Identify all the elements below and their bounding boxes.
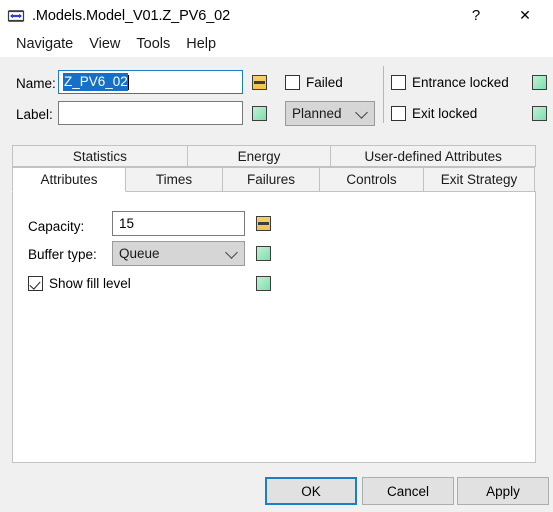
chevron-down-icon: [225, 245, 238, 259]
ok-button[interactable]: OK: [265, 477, 357, 505]
menu-item-help[interactable]: Help: [178, 34, 224, 54]
buffer-type-label: Buffer type:: [28, 247, 97, 262]
failed-checkbox[interactable]: Failed: [285, 75, 343, 90]
property-dialog: .Models.Model_V01.Z_PV6_02 ? ✕ Navigate …: [0, 0, 553, 512]
name-label: Name:: [16, 76, 56, 91]
checkbox-box: [391, 106, 406, 121]
tab-user-defined-attributes[interactable]: User-defined Attributes: [330, 145, 536, 167]
buffer-icon: [7, 7, 25, 25]
checkbox-box: [391, 75, 406, 90]
plan-state-value: Planned: [292, 106, 342, 121]
show-fill-level-indicator-icon[interactable]: [256, 276, 271, 291]
capacity-label: Capacity:: [28, 219, 85, 234]
window-title: .Models.Model_V01.Z_PV6_02: [32, 7, 231, 24]
tab-container: Statistics Energy User-defined Attribute…: [12, 145, 536, 463]
capacity-value: 15: [119, 216, 135, 231]
header-divider: [383, 66, 384, 123]
menu-item-view[interactable]: View: [81, 34, 128, 54]
tab-failures[interactable]: Failures: [222, 167, 320, 192]
buffer-type-value: Queue: [119, 246, 160, 261]
tab-times[interactable]: Times: [125, 167, 223, 192]
menu-bar: Navigate View Tools Help: [0, 31, 553, 57]
tab-attributes[interactable]: Attributes: [12, 167, 126, 192]
buffer-type-indicator-icon[interactable]: [256, 246, 271, 261]
apply-button[interactable]: Apply: [457, 477, 549, 505]
exit-locked-indicator-icon[interactable]: [532, 106, 547, 121]
buffer-type-dropdown[interactable]: Queue: [112, 241, 245, 266]
tab-controls[interactable]: Controls: [319, 167, 424, 192]
entrance-locked-checkbox[interactable]: Entrance locked: [391, 75, 509, 90]
menu-item-navigate[interactable]: Navigate: [8, 34, 81, 54]
failed-checkbox-label: Failed: [306, 75, 343, 90]
show-fill-level-checkbox[interactable]: Show fill level: [28, 276, 131, 291]
capacity-value-indicator-icon[interactable]: [256, 216, 271, 231]
show-fill-level-label: Show fill level: [49, 276, 131, 291]
tab-statistics[interactable]: Statistics: [12, 145, 188, 167]
entrance-locked-label: Entrance locked: [412, 75, 509, 90]
label-value-indicator-icon[interactable]: [252, 106, 267, 121]
menu-item-tools[interactable]: Tools: [128, 34, 178, 54]
tab-energy[interactable]: Energy: [186, 145, 332, 167]
capacity-input[interactable]: 15: [112, 211, 245, 236]
tab-panel-attributes: [12, 191, 536, 463]
name-input-value: Z_PV6_02: [63, 73, 128, 91]
exit-locked-checkbox[interactable]: Exit locked: [391, 106, 477, 121]
name-value-indicator-icon[interactable]: [252, 75, 267, 90]
entrance-locked-indicator-icon[interactable]: [532, 75, 547, 90]
checkbox-box-checked: [28, 276, 43, 291]
checkbox-box: [285, 75, 300, 90]
tab-row-primary: Attributes Times Failures Controls Exit …: [12, 167, 536, 192]
tab-exit-strategy[interactable]: Exit Strategy: [423, 167, 535, 192]
close-button[interactable]: ✕: [503, 0, 547, 31]
chevron-down-icon: [355, 105, 368, 119]
help-button[interactable]: ?: [454, 0, 498, 31]
cancel-button[interactable]: Cancel: [362, 477, 454, 505]
label-label: Label:: [16, 107, 53, 122]
label-input[interactable]: [58, 101, 243, 125]
name-input[interactable]: Z_PV6_02: [58, 70, 243, 94]
plan-state-dropdown[interactable]: Planned: [285, 101, 375, 126]
exit-locked-label: Exit locked: [412, 106, 478, 121]
tab-row-secondary: Statistics Energy User-defined Attribute…: [12, 145, 536, 167]
text-caret: [127, 74, 129, 90]
title-bar: .Models.Model_V01.Z_PV6_02 ? ✕: [0, 0, 553, 31]
